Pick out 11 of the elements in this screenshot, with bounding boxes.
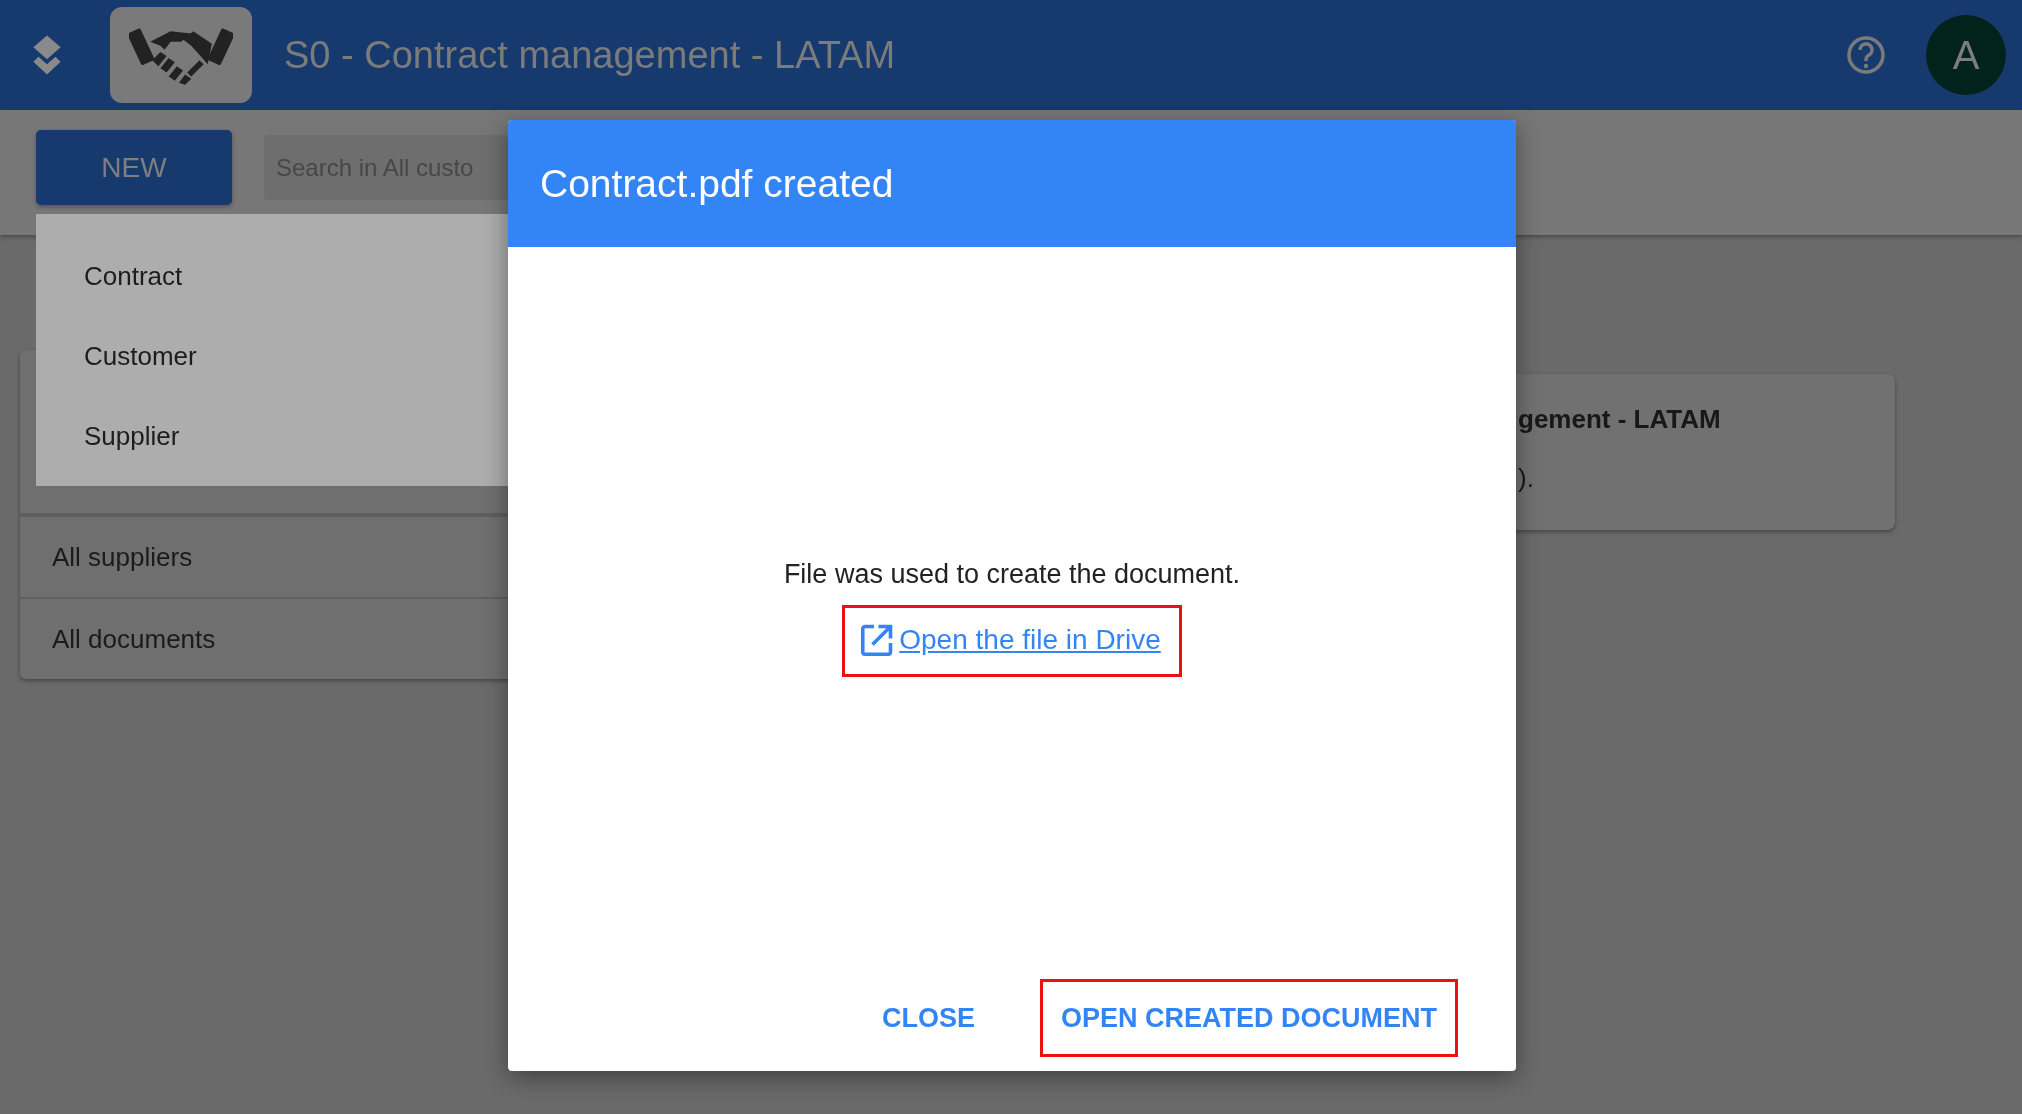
help-icon[interactable]	[1846, 35, 1886, 75]
info-card-title: gement - LATAM	[1518, 404, 1722, 435]
open-document-button[interactable]: OPEN CREATED DOCUMENT	[1040, 979, 1458, 1057]
app-title: S0 - Contract management - LATAM	[284, 33, 896, 77]
new-button[interactable]: NEW	[36, 130, 232, 205]
drive-link[interactable]: Open the file in Drive	[899, 624, 1161, 656]
info-card-text: ).	[1518, 463, 1535, 494]
dialog-message: File was used to create the document.	[783, 559, 1241, 590]
close-button[interactable]: CLOSE	[860, 979, 996, 1057]
dialog-title: Contract.pdf created	[540, 161, 894, 206]
user-avatar[interactable]: A	[1926, 15, 2006, 95]
